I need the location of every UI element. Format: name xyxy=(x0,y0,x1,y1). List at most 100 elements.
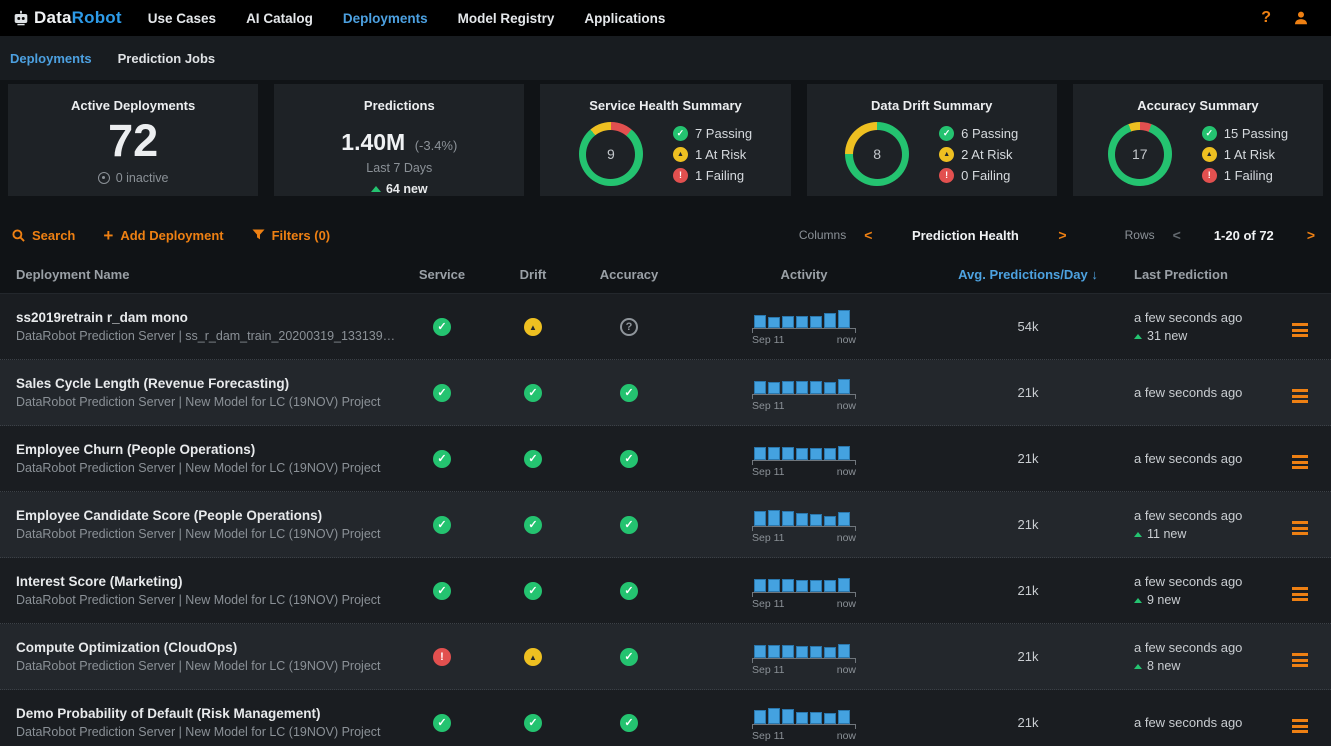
row-menu-icon[interactable] xyxy=(1289,650,1311,670)
plus-icon: + xyxy=(103,227,113,244)
up-arrow-icon xyxy=(1134,334,1142,339)
drift-status-icon: ▲ xyxy=(524,318,542,336)
table-row[interactable]: Demo Probability of Default (Risk Manage… xyxy=(0,690,1331,746)
last-prediction-cell: a few seconds ago 8 new xyxy=(1128,640,1268,673)
help-icon[interactable]: ? xyxy=(1261,9,1271,27)
service-status-icon: ✓ xyxy=(433,714,451,732)
up-arrow-icon xyxy=(371,186,381,192)
last-prediction-cell: a few seconds ago 11 new xyxy=(1128,508,1268,541)
accuracy-status-icon: ✓ xyxy=(620,516,638,534)
table-row[interactable]: Sales Cycle Length (Revenue Forecasting)… xyxy=(0,360,1331,426)
header-avg-predictions[interactable]: Avg. Predictions/Day ↓ xyxy=(928,267,1128,282)
card-title: Predictions xyxy=(274,98,524,113)
activity-chart: Sep 11now xyxy=(752,572,856,610)
table-row[interactable]: Employee Churn (People Operations) DataR… xyxy=(0,426,1331,492)
at-risk-icon: ▲ xyxy=(673,147,688,162)
card-title: Active Deployments xyxy=(8,98,258,113)
top-nav-items: Use Cases AI Catalog Deployments Model R… xyxy=(148,11,666,26)
header-deployment-name[interactable]: Deployment Name xyxy=(0,267,398,282)
card-title: Service Health Summary xyxy=(540,98,790,113)
search-button[interactable]: Search xyxy=(12,228,75,243)
nav-item-deployments[interactable]: Deployments xyxy=(343,11,428,26)
nav-item-ai-catalog[interactable]: AI Catalog xyxy=(246,11,313,26)
activity-chart: Sep 11now xyxy=(752,440,856,478)
last-prediction-cell: a few seconds ago 9 new xyxy=(1128,574,1268,607)
header-service[interactable]: Service xyxy=(398,267,486,282)
rows-prev-icon[interactable]: < xyxy=(1169,227,1185,243)
passing-label: 7 Passing xyxy=(695,126,752,141)
service-status-icon: ✓ xyxy=(433,582,451,600)
service-status-icon: ✓ xyxy=(433,384,451,402)
top-nav: DataRobot Use Cases AI Catalog Deploymen… xyxy=(0,0,1331,36)
card-title: Accuracy Summary xyxy=(1073,98,1323,113)
active-deployments-card: Active Deployments 72 0 inactive xyxy=(8,84,258,196)
header-activity[interactable]: Activity xyxy=(752,267,856,282)
nav-item-applications[interactable]: Applications xyxy=(584,11,665,26)
avg-predictions-value: 21k xyxy=(928,517,1128,532)
filters-button[interactable]: Filters (0) xyxy=(252,228,331,243)
axis-start-label: Sep 11 xyxy=(752,334,785,346)
predictions-new-count: 64 new xyxy=(386,182,428,196)
summary-cards: Active Deployments 72 0 inactive Predict… xyxy=(0,80,1331,196)
up-arrow-icon xyxy=(1134,598,1142,603)
deployment-name: Compute Optimization (CloudOps) xyxy=(16,640,398,655)
service-status-icon: ✓ xyxy=(433,318,451,336)
accuracy-legend: ✓15 Passing ▲1 At Risk !1 Failing xyxy=(1202,126,1288,183)
table-row[interactable]: Interest Score (Marketing) DataRobot Pre… xyxy=(0,558,1331,624)
table-row[interactable]: Compute Optimization (CloudOps) DataRobo… xyxy=(0,624,1331,690)
deployment-subtitle: DataRobot Prediction Server | New Model … xyxy=(16,461,398,475)
table-row[interactable]: ss2019retrain r_dam mono DataRobot Predi… xyxy=(0,294,1331,360)
up-arrow-icon xyxy=(1134,532,1142,537)
passing-icon: ✓ xyxy=(939,126,954,141)
donut-total: 8 xyxy=(873,146,881,162)
data-drift-card: Data Drift Summary 8 ✓6 Passing ▲2 At Ri… xyxy=(807,84,1057,196)
columns-next-icon[interactable]: > xyxy=(1054,227,1070,243)
axis-end-label: now xyxy=(837,334,856,346)
predictions-period: Last 7 Days xyxy=(274,161,524,175)
drift-status-icon: ✓ xyxy=(524,384,542,402)
row-menu-icon[interactable] xyxy=(1289,452,1311,472)
row-menu-icon[interactable] xyxy=(1289,386,1311,406)
last-prediction-time: a few seconds ago xyxy=(1134,310,1268,325)
row-menu-icon[interactable] xyxy=(1289,584,1311,604)
profile-icon[interactable] xyxy=(1293,10,1309,26)
last-prediction-cell: a few seconds ago xyxy=(1128,715,1268,730)
header-accuracy[interactable]: Accuracy xyxy=(580,267,678,282)
axis-end-label: now xyxy=(837,598,856,610)
add-deployment-button[interactable]: + Add Deployment xyxy=(103,227,223,244)
table-row[interactable]: Employee Candidate Score (People Operati… xyxy=(0,492,1331,558)
header-drift[interactable]: Drift xyxy=(486,267,580,282)
accuracy-status-icon: ✓ xyxy=(620,384,638,402)
at-risk-label: 1 At Risk xyxy=(695,147,746,162)
tab-deployments[interactable]: Deployments xyxy=(10,51,92,66)
drift-status-icon: ✓ xyxy=(524,582,542,600)
rows-next-icon[interactable]: > xyxy=(1303,227,1319,243)
row-menu-icon[interactable] xyxy=(1289,320,1311,340)
data-drift-donut: 8 xyxy=(845,122,909,186)
deployment-name: Employee Candidate Score (People Operati… xyxy=(16,508,398,523)
deployment-name: Interest Score (Marketing) xyxy=(16,574,398,589)
nav-item-model-registry[interactable]: Model Registry xyxy=(458,11,555,26)
columns-label: Columns xyxy=(799,228,846,242)
nav-item-use-cases[interactable]: Use Cases xyxy=(148,11,216,26)
columns-value: Prediction Health xyxy=(890,228,1040,243)
drift-status-icon: ✓ xyxy=(524,516,542,534)
new-count: 9 new xyxy=(1147,593,1180,607)
service-status-icon: ✓ xyxy=(433,516,451,534)
activity-chart: Sep 11now xyxy=(752,374,856,412)
activity-chart: Sep 11now xyxy=(752,638,856,676)
row-menu-icon[interactable] xyxy=(1289,518,1311,538)
failing-label: 1 Failing xyxy=(1224,168,1273,183)
datarobot-logo[interactable]: DataRobot xyxy=(12,8,122,28)
service-health-card: Service Health Summary 9 ✓7 Passing ▲1 A… xyxy=(540,84,790,196)
tab-prediction-jobs[interactable]: Prediction Jobs xyxy=(118,51,216,66)
filter-icon xyxy=(252,229,265,242)
columns-prev-icon[interactable]: < xyxy=(860,227,876,243)
axis-end-label: now xyxy=(837,730,856,742)
logo-text-data: Data xyxy=(34,8,72,27)
row-menu-icon[interactable] xyxy=(1289,716,1311,736)
search-icon xyxy=(12,229,25,242)
deployment-name: Employee Churn (People Operations) xyxy=(16,442,398,457)
header-last-prediction[interactable]: Last Prediction xyxy=(1128,267,1268,282)
avg-predictions-value: 21k xyxy=(928,583,1128,598)
